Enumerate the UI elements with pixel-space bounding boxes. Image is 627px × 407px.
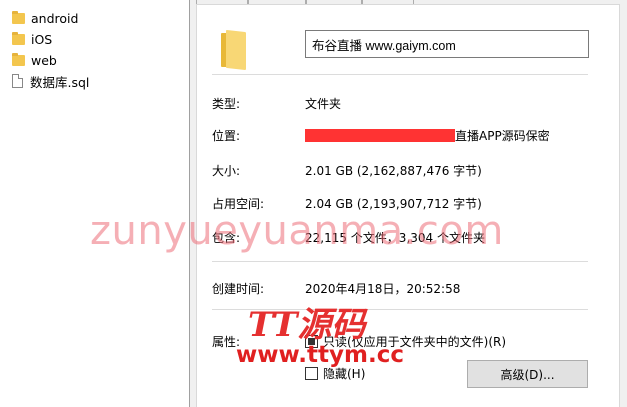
document-icon [12, 74, 23, 88]
location-value: 直播APP源码保密 [305, 127, 550, 144]
redaction-bar [305, 129, 455, 142]
location-label: 位置: [212, 129, 241, 143]
folder-large-icon [221, 29, 249, 71]
type-label: 类型: [212, 97, 241, 111]
file-name: 数据库.sql [30, 74, 90, 90]
size-label: 大小: [212, 164, 241, 178]
folder-icon [12, 10, 25, 24]
location-text: 直播APP源码保密 [455, 129, 550, 143]
divider [212, 74, 588, 75]
list-item-android[interactable]: android [12, 8, 78, 28]
file-name: iOS [31, 31, 53, 47]
folder-icon [12, 31, 25, 45]
advanced-button[interactable]: 高级(D)... [467, 360, 588, 388]
divider [212, 261, 588, 262]
file-name: web [31, 52, 57, 68]
created-value: 2020年4月18日，20:52:58 [305, 282, 461, 296]
watermark-url: www.ttym.cc [236, 342, 404, 368]
hidden-checkbox[interactable] [305, 367, 318, 380]
list-item-ios[interactable]: iOS [12, 29, 52, 49]
folder-icon [12, 52, 25, 66]
explorer-file-list: android iOS web 数据库.sql [0, 0, 188, 407]
size-value: 2.01 GB (2,162,887,476 字节) [305, 164, 482, 178]
watermark-text: zunyueyuanma.com [90, 208, 504, 254]
type-value: 文件夹 [305, 97, 342, 111]
file-name: android [31, 10, 79, 26]
created-label: 创建时间: [212, 282, 265, 296]
list-item-web[interactable]: web [12, 50, 57, 70]
watermark-logo: TT源码 [248, 305, 366, 345]
list-item-database-sql[interactable]: 数据库.sql [12, 71, 89, 91]
folder-name-input[interactable] [305, 30, 589, 58]
